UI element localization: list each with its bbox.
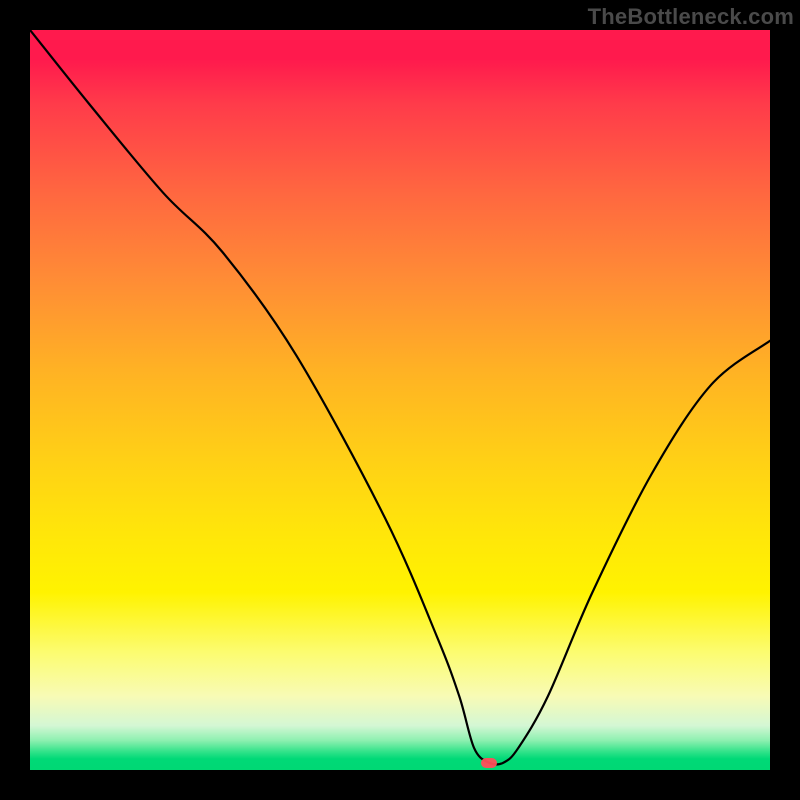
bottleneck-curve (30, 30, 770, 770)
watermark-text: TheBottleneck.com (588, 4, 794, 30)
optimal-point-marker (481, 758, 497, 768)
plot-area (30, 30, 770, 770)
chart-frame: TheBottleneck.com (0, 0, 800, 800)
